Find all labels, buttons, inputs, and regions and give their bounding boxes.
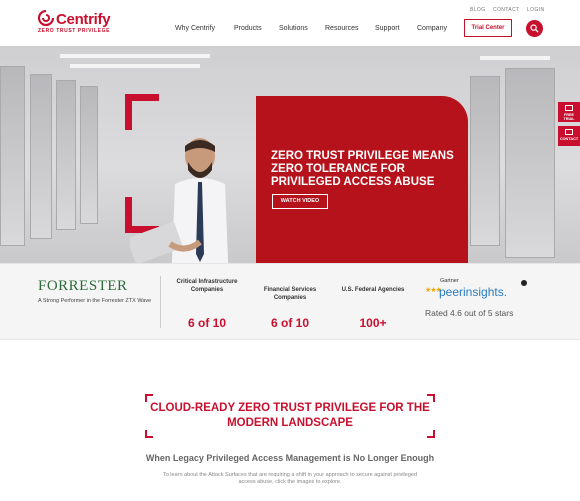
- stat-label-infrastructure: Critical Infrastructure Companies: [176, 279, 238, 293]
- free-trial-tab-label: FREE TRIAL: [563, 113, 575, 121]
- stats-bar: FORRESTER A Strong Performer in the Forr…: [0, 263, 580, 340]
- mail-icon: [565, 129, 573, 135]
- hero-headline: ZERO TRUST PRIVILEGE MEANS ZERO TOLERANC…: [271, 150, 454, 188]
- section-title: CLOUD-READY ZERO TRUST PRIVILEGE FOR THE…: [150, 402, 430, 429]
- server-rack: [30, 74, 52, 239]
- search-button[interactable]: [526, 20, 543, 37]
- section-subtitle: When Legacy Privileged Access Management…: [145, 453, 435, 463]
- server-rack: [80, 86, 98, 224]
- frame-corner: [427, 430, 435, 438]
- free-trial-tab[interactable]: FREE TRIAL: [558, 102, 580, 122]
- gartner-label: Gartner: [440, 278, 459, 284]
- stat-label-federal: U.S. Federal Agencies: [341, 287, 405, 293]
- stats-divider: [160, 276, 161, 328]
- logo-tagline: ZERO TRUST PRIVILEGE: [38, 28, 111, 34]
- ceiling-light: [480, 56, 550, 60]
- login-link[interactable]: LOGIN: [527, 7, 545, 13]
- ceiling-light: [60, 54, 210, 58]
- forrester-note: A Strong Performer in the Forrester ZTX …: [38, 298, 152, 304]
- contact-tab[interactable]: CONTACT: [558, 126, 580, 146]
- peer-insights-logo[interactable]: peerinsights.: [439, 285, 507, 299]
- nav-resources[interactable]: Resources: [325, 25, 358, 32]
- hero-banner: ZERO TRUST PRIVILEGE MEANS ZERO TOLERANC…: [0, 46, 580, 263]
- trial-center-button[interactable]: Trial Center: [464, 19, 512, 37]
- blog-link[interactable]: BLOG: [470, 7, 486, 13]
- stat-label-financial: Financial Services Companies: [263, 287, 317, 301]
- forrester-logo[interactable]: FORRESTER: [38, 278, 128, 295]
- search-icon: [530, 24, 539, 33]
- contact-link[interactable]: CONTACT: [493, 7, 520, 13]
- stat-value-financial: 6 of 10: [270, 316, 309, 330]
- rating-text: Rated 4.6 out of 5 stars: [425, 308, 514, 318]
- bracket-top-left: [125, 94, 159, 130]
- nav-solutions[interactable]: Solutions: [279, 25, 308, 32]
- site-header: Centrify ZERO TRUST PRIVILEGE BLOG CONTA…: [0, 0, 580, 46]
- section-body: To learn about the Attack Surfaces that …: [162, 472, 418, 485]
- contact-tab-label: CONTACT: [559, 137, 579, 141]
- nav-company[interactable]: Company: [417, 25, 447, 32]
- nav-products[interactable]: Products: [234, 25, 262, 32]
- monitor-icon: [565, 105, 573, 111]
- server-rack: [505, 68, 555, 258]
- watch-video-button[interactable]: WATCH VIDEO: [272, 194, 328, 209]
- server-rack: [56, 80, 76, 230]
- ceiling-light: [70, 64, 200, 68]
- nav-support[interactable]: Support: [375, 25, 400, 32]
- server-rack: [470, 76, 500, 246]
- logo-wordmark: Centrify: [56, 11, 111, 28]
- centrify-logo-icon: [38, 10, 54, 26]
- businessman-with-laptop-image: [130, 138, 229, 263]
- info-icon[interactable]: [521, 280, 527, 286]
- stat-value-infrastructure: 6 of 10: [187, 316, 226, 330]
- frame-corner: [145, 430, 153, 438]
- nav-why-centrify[interactable]: Why Centrify: [175, 25, 215, 32]
- stat-value-federal: 100+: [359, 316, 387, 330]
- server-rack: [0, 66, 25, 246]
